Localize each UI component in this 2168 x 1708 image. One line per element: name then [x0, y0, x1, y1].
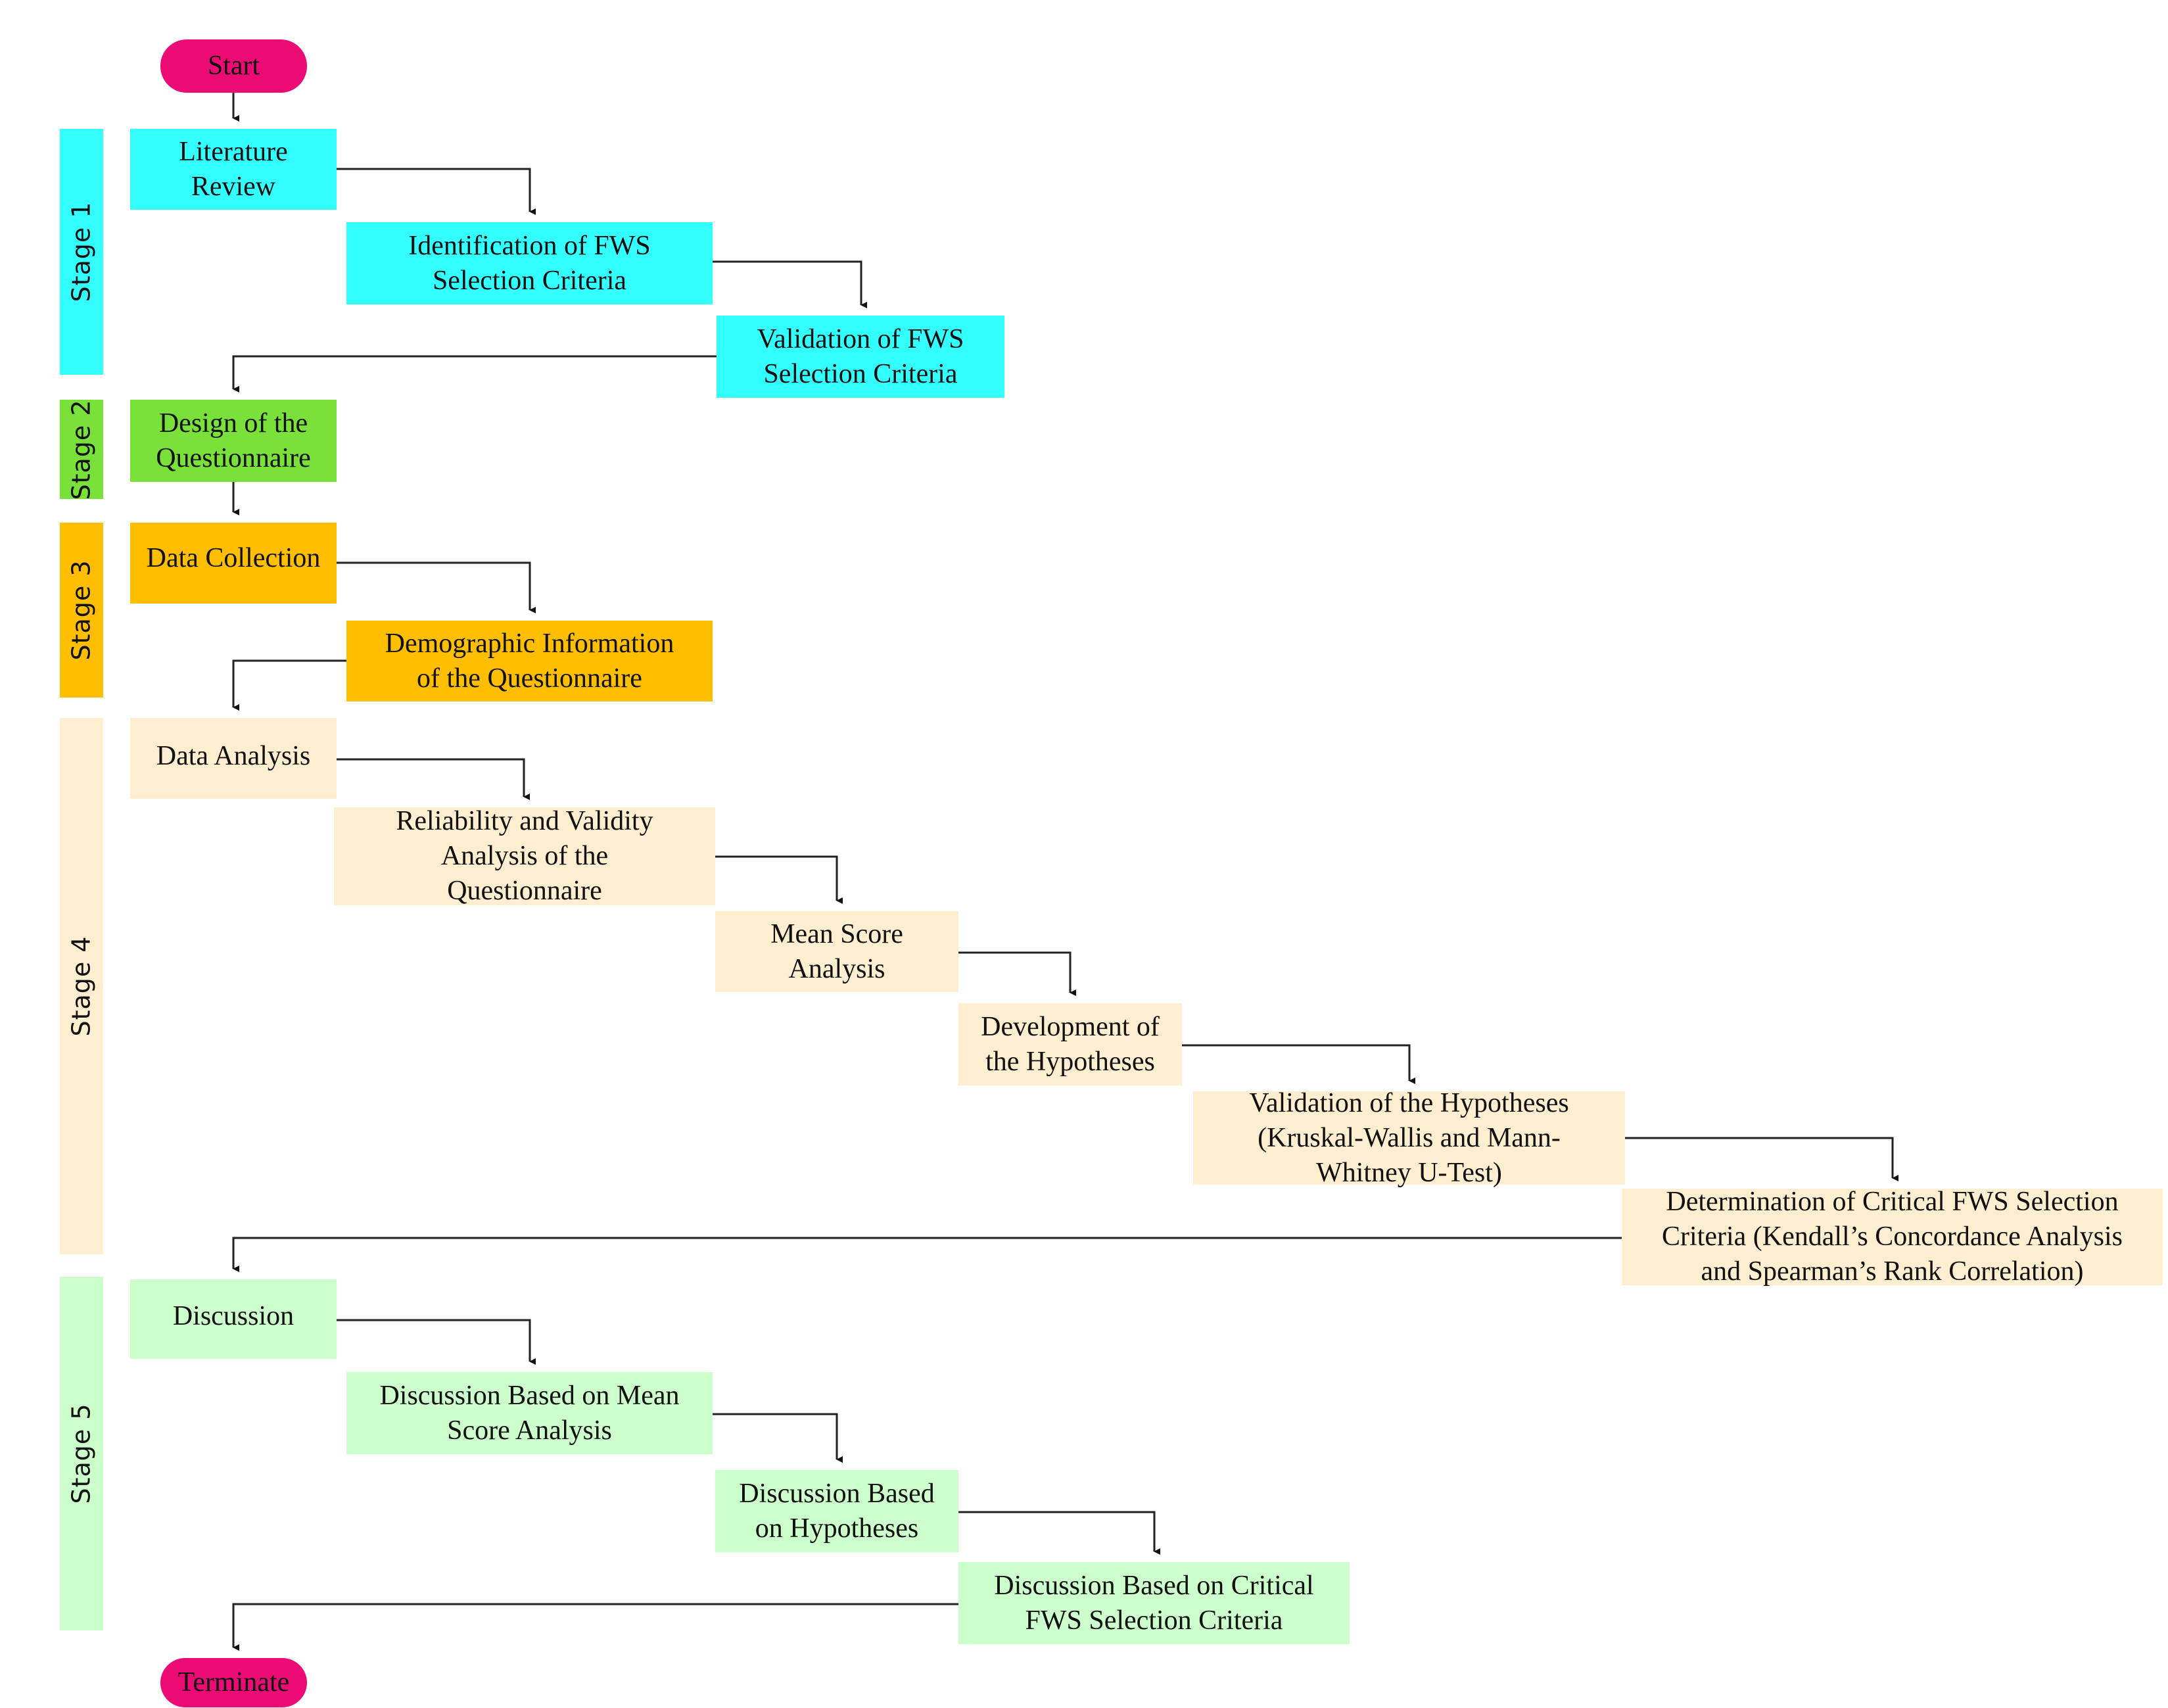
arrow-disc-hyp-to-disc-critical — [958, 1511, 1160, 1555]
arrow-literature-to-identification — [337, 168, 536, 215]
arrow-development-to-validation-hyp — [1182, 1044, 1415, 1084]
arrow-validation-hyp-to-determination — [1625, 1137, 1898, 1181]
connector-layer — [232, 93, 1898, 1651]
arrow-disc-critical-to-terminate — [232, 1603, 958, 1651]
arrow-validation-to-design — [232, 355, 717, 392]
arrow-reliability-to-mean — [715, 855, 843, 904]
arrow-discussion-to-disc-mean — [337, 1319, 536, 1365]
arrow-analysis-to-reliability — [337, 758, 530, 800]
arrow-determination-to-discussion — [232, 1237, 1622, 1272]
arrow-disc-mean-to-disc-hyp — [713, 1413, 843, 1463]
arrow-identification-to-validation — [713, 260, 867, 308]
arrow-mean-to-development — [958, 951, 1076, 996]
arrow-collection-to-demographic — [337, 561, 536, 613]
arrow-demographic-to-analysis — [232, 659, 346, 711]
